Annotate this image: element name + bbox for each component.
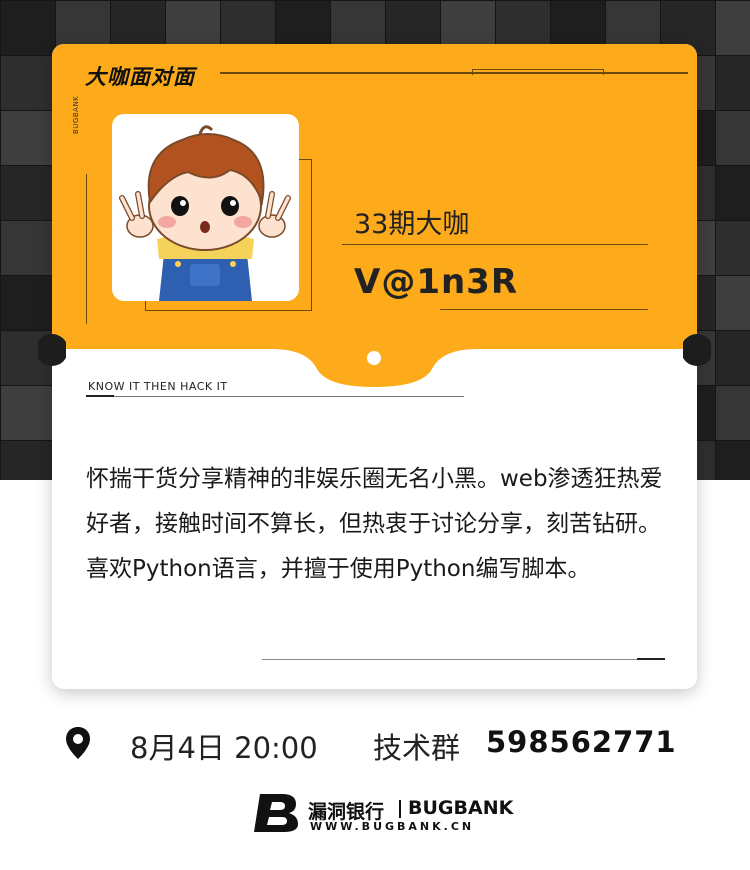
issue-label: 33期大咖 [354,209,470,240]
bugbank-logo-icon [254,794,298,832]
website-url: WWW.BUGBANK.CN [310,820,475,833]
header-rule [220,72,688,74]
cartoon-boy-illustration [119,125,291,301]
motto: KNOW IT THEN HACK IT [88,380,228,393]
motto-underline [86,395,114,397]
collage-tile [0,0,58,58]
ticket-notch [272,349,697,387]
avatar [112,114,299,301]
group-number: 598562771 [486,725,677,759]
logo-english-name: BUGBANK [408,797,514,819]
card-header-yellow: 大咖面对面 BUGBANK 33期大咖 V@1n3R [52,44,697,349]
profile-card: 大咖面对面 BUGBANK 33期大咖 V@1n3R KNOW IT THEN … [52,44,697,689]
collage-tile [0,440,58,480]
name-rule [440,309,648,310]
collage-tile [715,55,750,113]
guest-name: V@1n3R [354,262,519,302]
collage-tile [715,440,750,480]
left-notch-circle [38,334,66,366]
collage-tile [0,385,58,443]
collage-tile [0,165,58,223]
header-rule-accent [472,69,604,75]
collage-tile [0,55,58,113]
collage-tile [715,110,750,168]
collage-tile [0,220,58,278]
collage-tile [715,385,750,443]
bio-rule [262,659,637,660]
side-rule [86,174,87,324]
brand-title: 大咖面对面 [85,65,195,89]
guest-bio: 怀揣干货分享精神的非娱乐圈无名小黑。web渗透狂热爱好者，接触时间不算长，但热衷… [86,466,663,582]
collage-tile [715,165,750,223]
side-label: BUGBANK [72,95,80,134]
collage-tile [0,275,58,333]
collage-tile [715,0,750,58]
collage-tile [715,220,750,278]
location-pin-icon [66,727,90,759]
collage-tile [715,330,750,388]
group-label: 技术群 [373,731,461,765]
logo-separator [399,800,401,818]
collage-tile [0,110,58,168]
right-notch-circle [683,334,711,366]
issue-rule [342,244,648,245]
event-datetime: 8月4日 20:00 [130,731,318,765]
motto-rule [114,396,464,397]
collage-tile [715,275,750,333]
bio-rule-accent [637,658,665,660]
